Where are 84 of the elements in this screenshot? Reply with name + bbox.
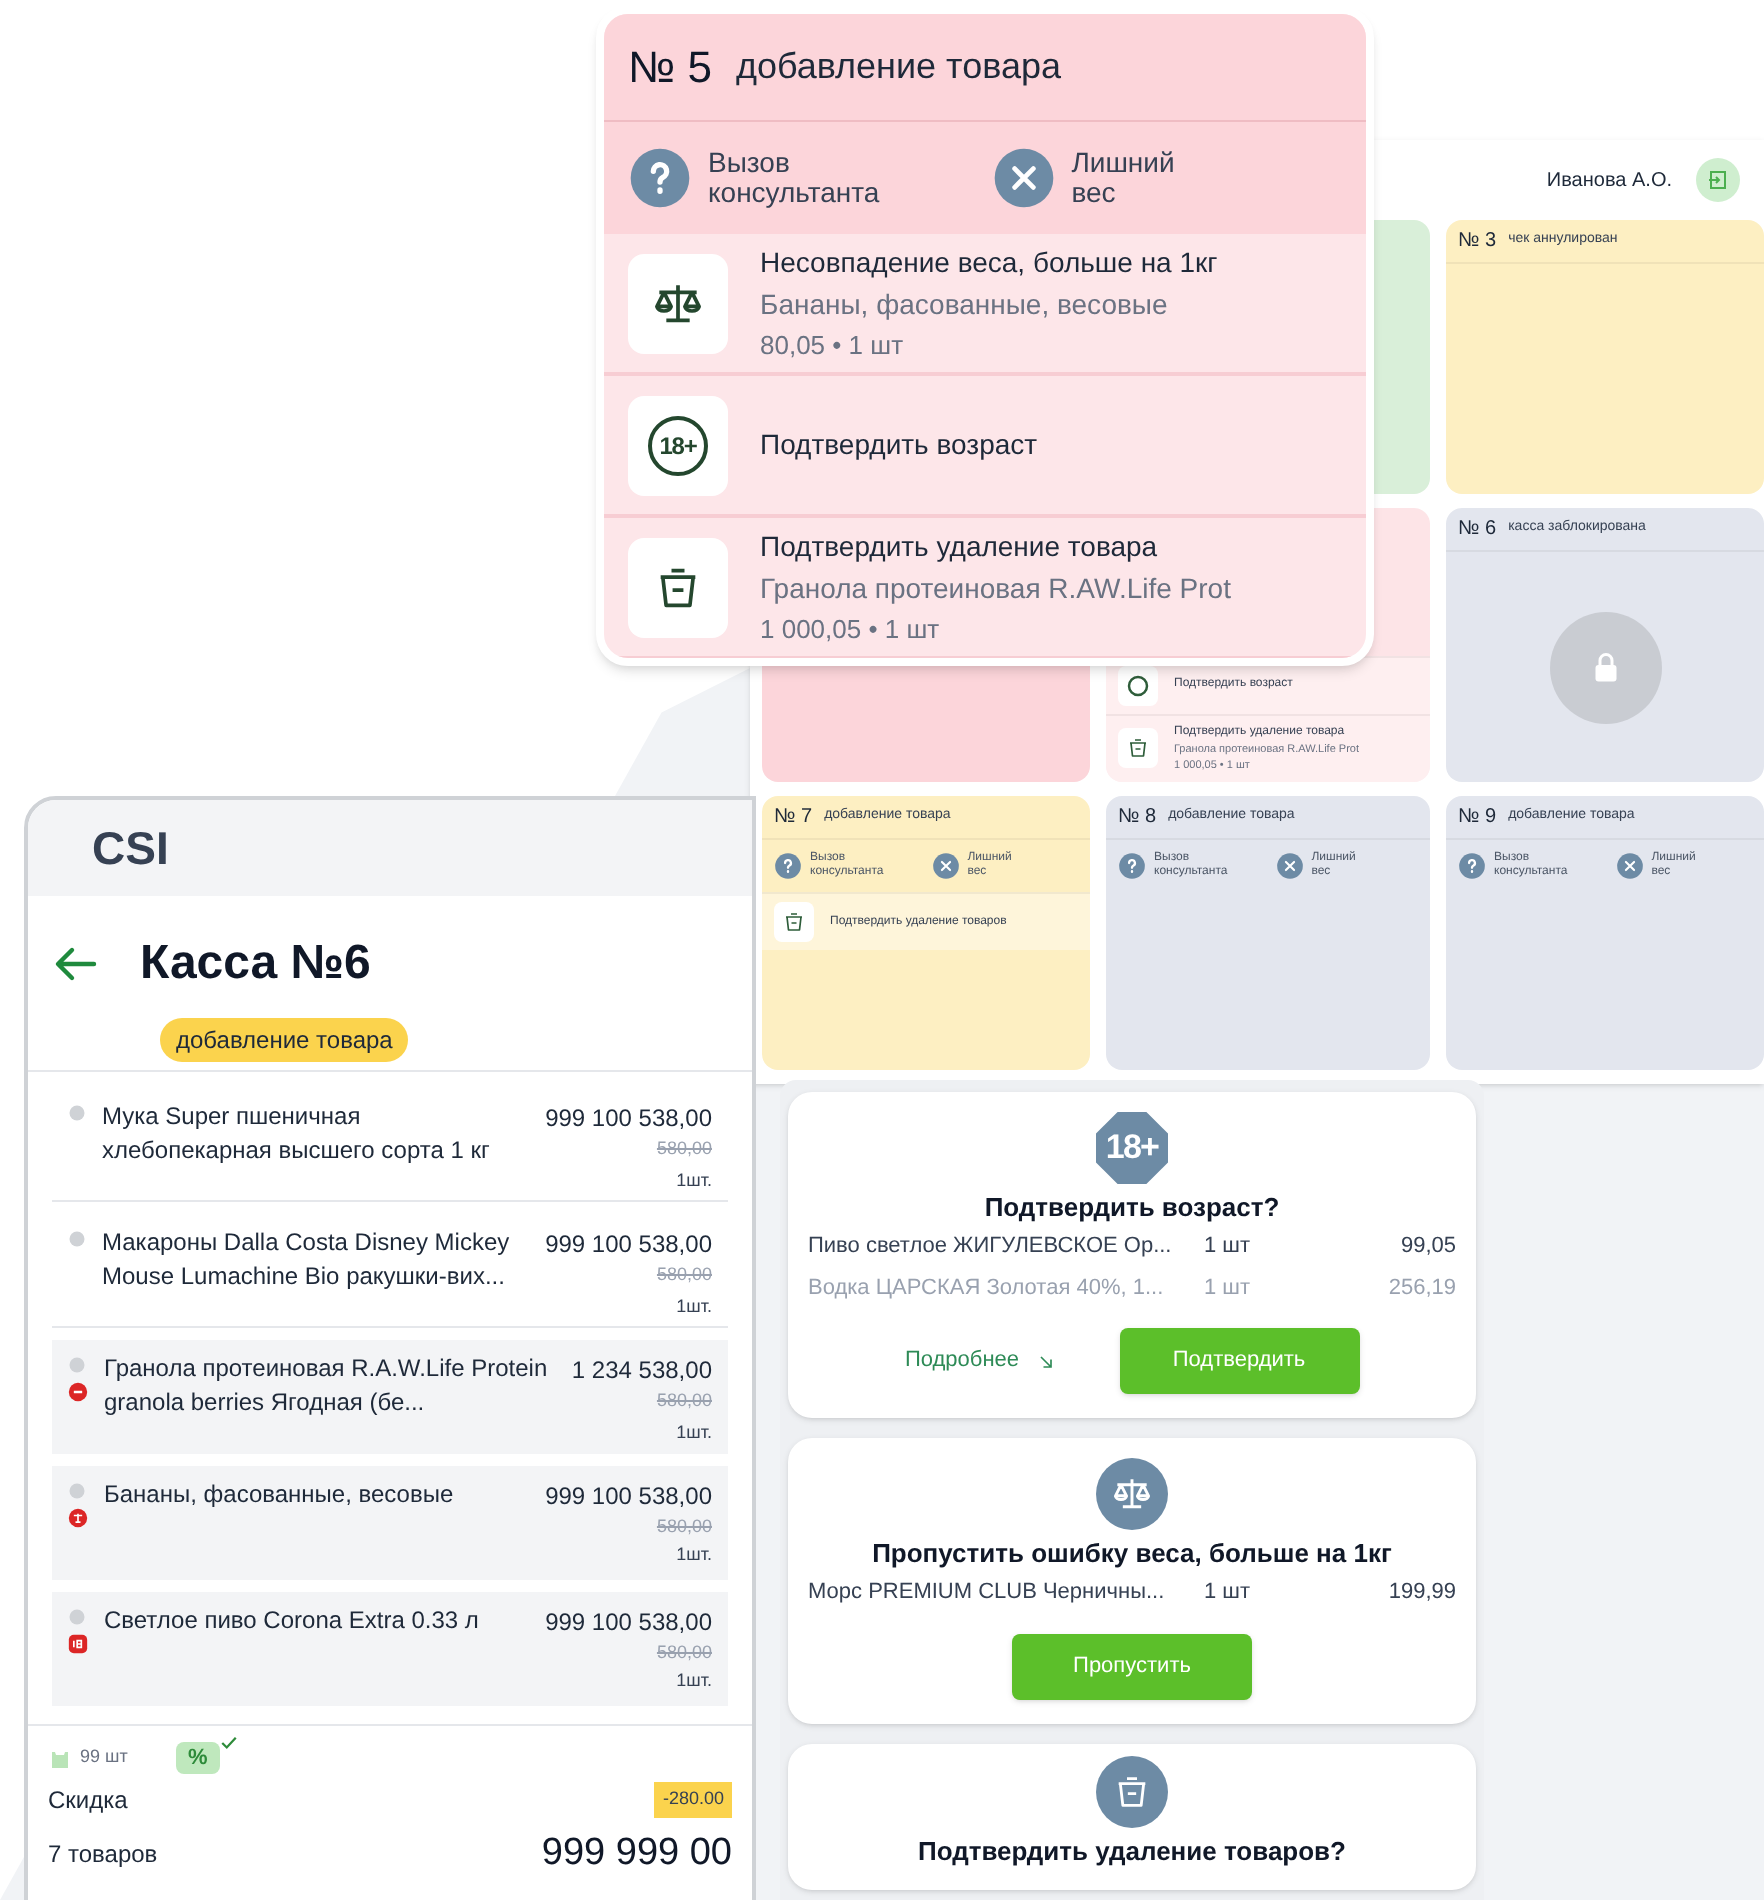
issue-title: Подтвердить возраст xyxy=(760,426,1038,464)
issue-item: Бананы, фасованные, весовые xyxy=(760,285,1170,324)
item-price: 1 234 538,00 xyxy=(571,1354,712,1388)
cross-icon xyxy=(991,146,1056,210)
action-label[interactable]: Вызов консультанта xyxy=(708,148,880,208)
dialog-title: Пропустить ошибку веса, больше на 1кг xyxy=(872,1538,1392,1568)
status-dot-icon xyxy=(68,1608,86,1626)
bag-count: 99 шт xyxy=(80,1744,128,1771)
stop-marker-icon xyxy=(68,1382,88,1402)
product-name: Пиво светлое ЖИГУЛЕВСКОЕ Ор... xyxy=(808,1232,1174,1262)
item-quantity: 1шт. xyxy=(676,1420,712,1446)
exit-icon xyxy=(1706,168,1730,192)
product-name: Водка ЦАРСКАЯ Золотая 40%, 1... xyxy=(808,1273,1166,1303)
product-quantity: 1 шт xyxy=(1204,1232,1253,1262)
item-quantity: 1шт. xyxy=(676,1667,712,1693)
register-status: добавление товара xyxy=(735,44,1061,90)
question-icon xyxy=(774,852,802,880)
question-icon xyxy=(1458,852,1486,880)
arrow-icon xyxy=(1035,1351,1056,1371)
question-icon xyxy=(1118,852,1146,880)
item-name: Светлое пиво Corona Extra 0.33 л xyxy=(104,1604,481,1638)
item-old-price: 580,00 xyxy=(656,1388,712,1414)
trash-icon xyxy=(1126,736,1150,761)
discount-amount: -280.00 xyxy=(654,1782,732,1818)
register-number: № 9 xyxy=(1458,804,1497,832)
status-dot-icon xyxy=(68,1104,86,1122)
register-number: № 6 xyxy=(1458,516,1497,544)
details-link[interactable]: Подробнее xyxy=(904,1344,1056,1378)
status-dot-icon xyxy=(68,1482,86,1500)
item-price: 999 100 538,00 xyxy=(545,1480,712,1514)
product-name: Морс PREMIUM CLUB Черничны... xyxy=(808,1578,1167,1608)
bag-icon xyxy=(48,1746,72,1770)
age-marker-icon xyxy=(68,1634,88,1654)
question-icon xyxy=(628,146,692,210)
item-name: Гранола протеиновая R.A.W.Life Protein granola berries Ягодная (бе... xyxy=(104,1352,550,1420)
item-quantity: 1шт. xyxy=(676,1541,712,1567)
product-price: 99,05 xyxy=(1398,1232,1456,1262)
cross-icon xyxy=(1615,852,1644,880)
user-name: Иванова А.О. xyxy=(1546,167,1672,195)
item-old-price: 580,00 xyxy=(656,1136,712,1162)
item-name: Мука Super пшеничная хлебопекарная высшего сорта 1 кг xyxy=(102,1100,492,1168)
item-old-price: 580,00 xyxy=(656,1640,712,1666)
cross-icon xyxy=(931,852,960,880)
status-dot-icon xyxy=(68,1356,86,1374)
dialog-title: Подтвердить возраст? xyxy=(984,1192,1280,1222)
register-title: Касса №6 xyxy=(140,934,371,994)
item-name: Бананы, фасованные, весовые xyxy=(104,1478,456,1512)
brand-logo: CSI xyxy=(92,819,169,878)
logout-button[interactable] xyxy=(1696,158,1740,202)
status-dot-icon xyxy=(68,1230,86,1248)
product-quantity: 1 шт xyxy=(1204,1273,1253,1303)
item-price: 999 100 538,00 xyxy=(545,1606,712,1640)
issue-item: Гранола протеиновая R.AW.Life Prot xyxy=(760,569,1231,608)
item-price: 999 100 538,00 xyxy=(545,1228,712,1262)
cart-item[interactable]: Светлое пиво Corona Extra 0.33 л 999 100 538,00 580,00 1шт. xyxy=(52,1592,728,1706)
total-amount: 999 999 00 xyxy=(541,1830,732,1878)
register-number: № 8 xyxy=(1118,804,1157,832)
product-price: 256,19 xyxy=(1386,1273,1456,1303)
item-price: 999 100 538,00 xyxy=(545,1102,712,1136)
cart-item[interactable]: Бананы, фасованные, весовые 999 100 538,00 580,00 1шт. xyxy=(52,1466,728,1580)
item-count: 7 товаров xyxy=(48,1838,158,1873)
register-number: № 7 xyxy=(774,804,813,832)
item-quantity: 1шт. xyxy=(676,1294,712,1320)
item-old-price: 580,00 xyxy=(656,1514,712,1540)
trash-icon xyxy=(782,910,806,934)
product-quantity: 1 шт xyxy=(1204,1578,1253,1608)
issue-title: Подтвердить удаление товара xyxy=(760,527,1160,566)
status-badge: добавление товара xyxy=(160,1018,409,1062)
product-price: 199,99 xyxy=(1386,1578,1456,1608)
item-name: Макароны Dalla Costa Disney Mickey Mouse Lumachine Bio ракушки-вих... xyxy=(102,1226,512,1294)
item-quantity: 1шт. xyxy=(676,1168,712,1194)
item-old-price: 580,00 xyxy=(656,1262,712,1288)
action-label[interactable]: Лишний вес xyxy=(1071,148,1175,208)
cross-icon xyxy=(1275,852,1304,880)
age-badge: 18+ xyxy=(1096,1112,1168,1184)
register-number: № 5 xyxy=(628,40,712,96)
age-badge: 18+ xyxy=(648,415,708,475)
cart-item[interactable]: Гранола протеиновая R.A.W.Life Protein granola berries Ягодная (бе... 1 234 538,00 580,00 1шт. xyxy=(52,1340,728,1454)
register-number: № 3 xyxy=(1458,228,1497,256)
issue-detail: 1 000,05 • 1 шт xyxy=(760,611,942,648)
issue-detail: 80,05 • 1 шт xyxy=(760,327,906,364)
discount-label: Скидка xyxy=(48,1784,128,1818)
dialog-title: Подтвердить удаление товаров? xyxy=(917,1835,1346,1865)
issue-title: Несовпадение веса, больше на 1кг xyxy=(760,243,1218,282)
